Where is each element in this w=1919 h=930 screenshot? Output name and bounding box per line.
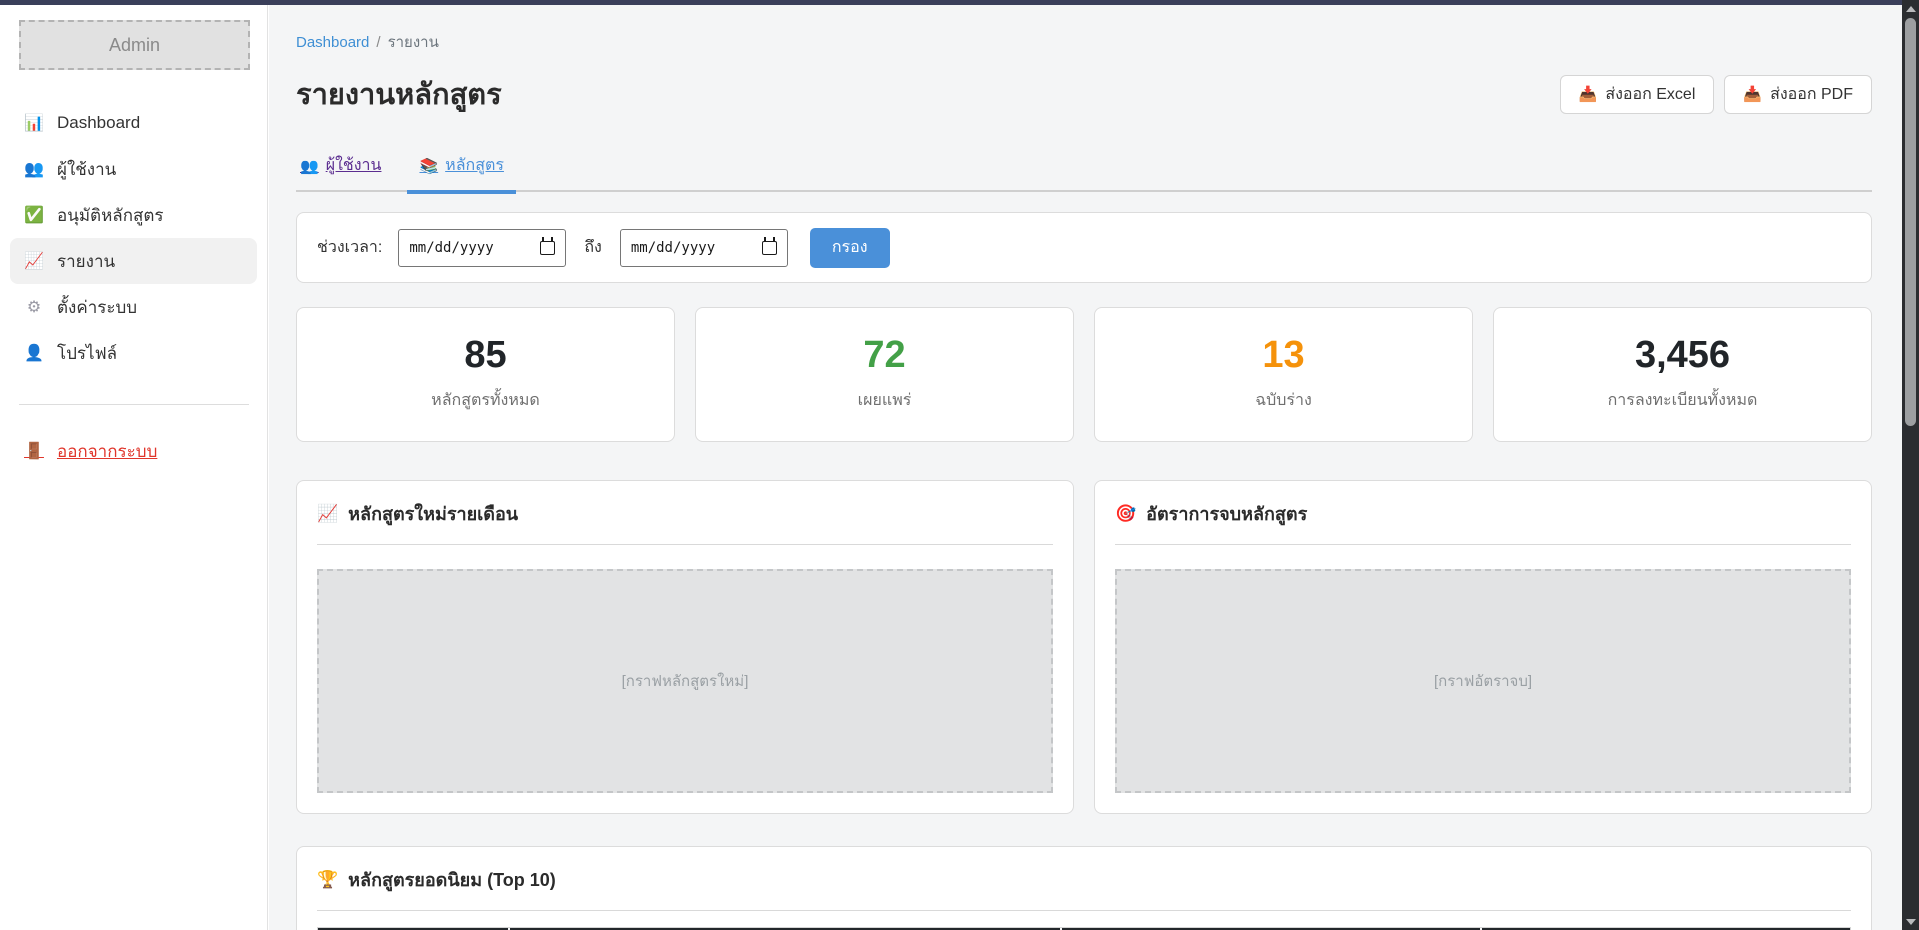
stat-cards: 85 หลักสูตรทั้งหมด 72 เผยแพร่ 13 ฉบับร่า… (296, 307, 1872, 442)
completion-rate-chart-placeholder: [กราฟอัตราจบ] (1115, 569, 1851, 793)
logout-label: ออกจากระบบ (57, 438, 157, 465)
sidebar-item-label: ผู้ใช้งาน (57, 156, 116, 183)
stat-label: หลักสูตรทั้งหมด (431, 388, 540, 413)
date-from-placeholder: mm/dd/yyyy (409, 240, 493, 256)
filter-bar: ช่วงเวลา: mm/dd/yyyy ถึง mm/dd/yyyy กรอง (296, 212, 1872, 283)
sidebar-item-label: Dashboard (57, 113, 140, 133)
breadcrumb-current: รายงาน (388, 34, 439, 51)
card-divider (1115, 544, 1851, 545)
new-courses-chart-placeholder: [กราฟหลักสูตรใหม่] (317, 569, 1053, 793)
export-buttons: 📥 ส่งออก Excel 📥 ส่งออก PDF (1560, 75, 1872, 114)
date-to-placeholder: mm/dd/yyyy (631, 240, 715, 256)
sidebar-item-label: ตั้งค่าระบบ (57, 294, 137, 321)
scroll-down-button[interactable] (1902, 913, 1919, 930)
tab-courses-label: หลักสูตร (445, 153, 504, 178)
sidebar-item-course-approval[interactable]: ✅ อนุมัติหลักสูตร (10, 192, 257, 238)
stat-label: ฉบับร่าง (1255, 388, 1312, 413)
sidebar-item-label: โปรไฟล์ (57, 340, 117, 367)
placeholder-text: [กราฟหลักสูตรใหม่] (622, 669, 749, 693)
breadcrumb-dashboard-link[interactable]: Dashboard (296, 34, 369, 51)
export-pdf-label: ส่งออก PDF (1770, 82, 1853, 107)
chart-card-completion-rate: 🎯 อัตราการจบหลักสูตร [กราฟอัตราจบ] (1094, 480, 1872, 814)
chart-card-title: 📈 หลักสูตรใหม่รายเดือน (317, 499, 1053, 528)
date-from-input[interactable]: mm/dd/yyyy (398, 229, 566, 267)
sidebar-menu: 📊 Dashboard 👥 ผู้ใช้งาน ✅ อนุมัติหลักสูต… (0, 100, 267, 376)
sidebar-item-label: อนุมัติหลักสูตร (57, 202, 164, 229)
logout-link[interactable]: 🚪 ออกจากระบบ (10, 431, 257, 471)
placeholder-text: [กราฟอัตราจบ] (1434, 669, 1532, 693)
scroll-up-button[interactable] (1902, 0, 1919, 17)
stat-value: 13 (1262, 336, 1304, 374)
calendar-icon[interactable] (762, 241, 777, 255)
person-icon: 👤 (24, 343, 44, 363)
page-title: รายงานหลักสูตร (296, 71, 502, 117)
stat-card-published: 72 เผยแพร่ (695, 307, 1074, 442)
stat-card-total-registrations: 3,456 การลงทะเบียนทั้งหมด (1493, 307, 1872, 442)
admin-logo-text: Admin (109, 35, 160, 56)
sidebar-item-profile[interactable]: 👤 โปรไฟล์ (10, 330, 257, 376)
chart-title-text: อัตราการจบหลักสูตร (1146, 499, 1307, 528)
calendar-icon[interactable] (540, 241, 555, 255)
tabs: 👥 ผู้ใช้งาน 📚 หลักสูตร (296, 147, 1872, 192)
sidebar-item-label: รายงาน (57, 248, 115, 275)
stat-value: 72 (863, 336, 905, 374)
sidebar-item-users[interactable]: 👥 ผู้ใช้งาน (10, 146, 257, 192)
target-icon: 🎯 (1115, 504, 1136, 524)
chart-up-icon: 📈 (24, 251, 44, 271)
top-courses-card: 🏆 หลักสูตรยอดนิยม (Top 10) (296, 846, 1872, 930)
tab-courses[interactable]: 📚 หลักสูตร (417, 147, 505, 190)
check-icon: ✅ (24, 205, 44, 225)
users-icon: 👥 (24, 159, 44, 179)
stat-value: 3,456 (1635, 336, 1730, 374)
gear-icon: ⚙ (24, 297, 44, 317)
stat-value: 85 (464, 336, 506, 374)
users-icon: 👥 (300, 157, 319, 175)
date-range-label: ช่วงเวลา: (317, 235, 382, 260)
arrow-down-icon (1906, 919, 1916, 925)
stat-label: การลงทะเบียนทั้งหมด (1608, 388, 1758, 413)
admin-logo-placeholder: Admin (19, 20, 250, 70)
vertical-scrollbar[interactable] (1902, 0, 1919, 930)
breadcrumb: Dashboard / รายงาน (296, 30, 1872, 54)
sidebar-item-settings[interactable]: ⚙ ตั้งค่าระบบ (10, 284, 257, 330)
trophy-icon: 🏆 (317, 870, 338, 890)
export-pdf-button[interactable]: 📥 ส่งออก PDF (1724, 75, 1872, 114)
sidebar: Admin 📊 Dashboard 👥 ผู้ใช้งาน ✅ อนุมัติห… (0, 5, 268, 930)
bar-chart-icon: 📊 (24, 113, 44, 133)
tab-users[interactable]: 👥 ผู้ใช้งาน (298, 147, 383, 190)
filter-button[interactable]: กรอง (810, 228, 890, 268)
chart-up-icon: 📈 (317, 504, 338, 524)
card-divider (317, 544, 1053, 545)
chart-title-text: หลักสูตรใหม่รายเดือน (348, 499, 518, 528)
tab-users-label: ผู้ใช้งาน (326, 153, 382, 178)
stat-card-drafts: 13 ฉบับร่าง (1094, 307, 1473, 442)
card-divider (317, 910, 1851, 911)
chart-cards: 📈 หลักสูตรใหม่รายเดือน [กราฟหลักสูตรใหม่… (296, 480, 1872, 814)
top-courses-title-text: หลักสูตรยอดนิยม (Top 10) (348, 865, 556, 894)
export-excel-label: ส่งออก Excel (1605, 82, 1695, 107)
sidebar-item-dashboard[interactable]: 📊 Dashboard (10, 100, 257, 146)
sidebar-divider (19, 404, 249, 405)
top-courses-title: 🏆 หลักสูตรยอดนิยม (Top 10) (317, 865, 1851, 894)
sidebar-item-reports[interactable]: 📈 รายงาน (10, 238, 257, 284)
scrollbar-thumb[interactable] (1905, 18, 1916, 426)
arrow-up-icon (1906, 6, 1916, 12)
breadcrumb-separator: / (376, 34, 380, 51)
books-icon: 📚 (419, 157, 438, 175)
door-icon: 🚪 (24, 441, 44, 461)
chart-card-new-courses: 📈 หลักสูตรใหม่รายเดือน [กราฟหลักสูตรใหม่… (296, 480, 1074, 814)
page-header: รายงานหลักสูตร 📥 ส่งออก Excel 📥 ส่งออก P… (296, 71, 1872, 117)
export-excel-button[interactable]: 📥 ส่งออก Excel (1560, 75, 1715, 114)
stat-card-total-courses: 85 หลักสูตรทั้งหมด (296, 307, 675, 442)
to-label: ถึง (584, 235, 602, 260)
download-icon: 📥 (1579, 85, 1598, 103)
main-content: Dashboard / รายงาน รายงานหลักสูตร 📥 ส่งออก… (269, 5, 1902, 930)
chart-card-title: 🎯 อัตราการจบหลักสูตร (1115, 499, 1851, 528)
stat-label: เผยแพร่ (858, 388, 912, 413)
download-icon: 📥 (1743, 85, 1762, 103)
date-to-input[interactable]: mm/dd/yyyy (620, 229, 788, 267)
